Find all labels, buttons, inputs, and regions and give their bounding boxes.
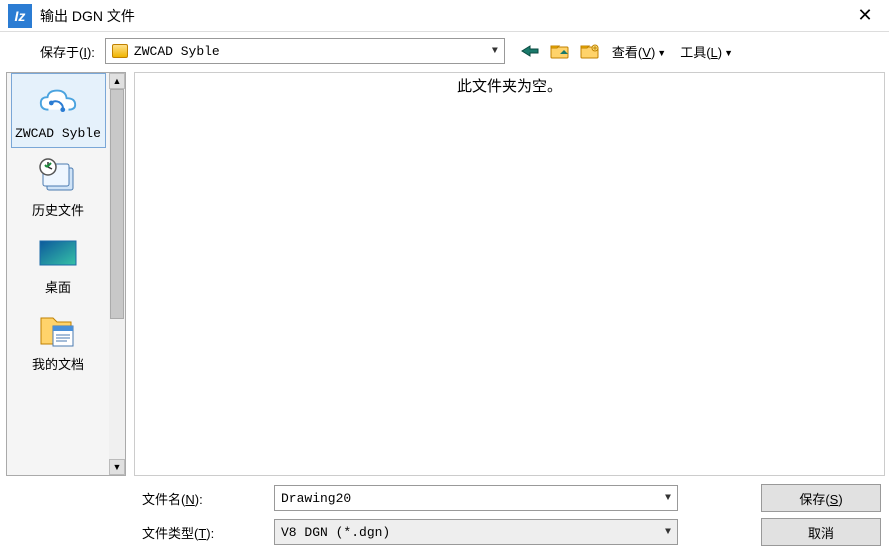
filetype-label: 文件类型(T): xyxy=(142,523,262,542)
chevron-down-icon: ▼ xyxy=(492,46,498,57)
view-menu[interactable]: 查看(V)▼ xyxy=(609,42,669,61)
cancel-label: 取消 xyxy=(808,523,834,542)
close-button[interactable]: ✕ xyxy=(849,0,881,32)
scroll-up-icon[interactable]: ▲ xyxy=(109,73,125,89)
sidebar-item-documents[interactable]: 我的文档 xyxy=(11,302,106,379)
documents-icon xyxy=(37,312,79,348)
folder-up-icon xyxy=(550,43,570,59)
location-dropdown[interactable]: ZWCAD Syble ▼ xyxy=(105,38,505,64)
sidebar-item-zwcad-syble[interactable]: ZWCAD Syble xyxy=(11,73,106,148)
sidebar-item-label: ZWCAD Syble xyxy=(15,126,101,141)
sidebar-item-label: 我的文档 xyxy=(32,354,84,373)
footer: 文件名(N): Drawing20 ▼ 保存(S) 文件类型(T): V8 DG… xyxy=(0,478,889,556)
tools-menu[interactable]: 工具(L)▼ xyxy=(677,42,736,61)
cloud-sync-icon xyxy=(37,84,79,120)
location-text: ZWCAD Syble xyxy=(134,44,220,59)
chevron-down-icon: ▼ xyxy=(657,48,666,58)
new-folder-button[interactable] xyxy=(579,41,601,61)
close-icon: ✕ xyxy=(857,5,872,26)
back-button[interactable] xyxy=(519,41,541,61)
tools-label: 工具(L) xyxy=(680,45,722,60)
desktop-icon xyxy=(37,235,79,271)
savein-label: 保存于(I): xyxy=(40,42,95,61)
sidebar-scrollbar[interactable]: ▲ ▼ xyxy=(109,73,125,475)
save-label: 保存(S) xyxy=(799,489,842,508)
sidebar-item-history[interactable]: 历史文件 xyxy=(11,148,106,225)
history-icon xyxy=(37,158,79,194)
title-bar: Iz 输出 DGN 文件 ✕ xyxy=(0,0,889,32)
filetype-value: V8 DGN (*.dgn) xyxy=(281,525,390,540)
scroll-down-icon[interactable]: ▼ xyxy=(109,459,125,475)
scroll-track[interactable] xyxy=(109,89,125,459)
empty-folder-text: 此文件夹为空。 xyxy=(457,75,562,475)
file-list[interactable]: 此文件夹为空。 xyxy=(134,72,885,476)
save-button[interactable]: 保存(S) xyxy=(761,484,881,512)
chevron-down-icon: ▼ xyxy=(665,493,671,504)
toolbar: 保存于(I): ZWCAD Syble ▼ 查 xyxy=(0,32,889,70)
places-sidebar: ZWCAD Syble 历史文件 xyxy=(7,73,109,475)
window-title: 输出 DGN 文件 xyxy=(40,6,849,26)
up-folder-button[interactable] xyxy=(549,41,571,61)
filename-label: 文件名(N): xyxy=(142,489,262,508)
view-label: 查看(V) xyxy=(612,45,655,60)
scroll-thumb[interactable] xyxy=(110,89,124,319)
sidebar-item-label: 桌面 xyxy=(45,277,71,296)
sidebar-item-desktop[interactable]: 桌面 xyxy=(11,225,106,302)
filename-value: Drawing20 xyxy=(281,491,351,506)
folder-icon xyxy=(112,44,128,58)
cancel-button[interactable]: 取消 xyxy=(761,518,881,546)
sidebar-item-label: 历史文件 xyxy=(32,200,84,219)
arrow-left-icon xyxy=(520,44,540,58)
filetype-dropdown[interactable]: V8 DGN (*.dgn) ▼ xyxy=(274,519,678,545)
chevron-down-icon: ▼ xyxy=(665,527,671,538)
places-sidebar-container: ZWCAD Syble 历史文件 xyxy=(6,72,126,476)
toolbar-icons: 查看(V)▼ 工具(L)▼ xyxy=(519,41,736,61)
filename-input[interactable]: Drawing20 ▼ xyxy=(274,485,678,511)
app-logo-icon: Iz xyxy=(8,4,32,28)
folder-new-icon xyxy=(580,43,600,59)
chevron-down-icon: ▼ xyxy=(724,48,733,58)
